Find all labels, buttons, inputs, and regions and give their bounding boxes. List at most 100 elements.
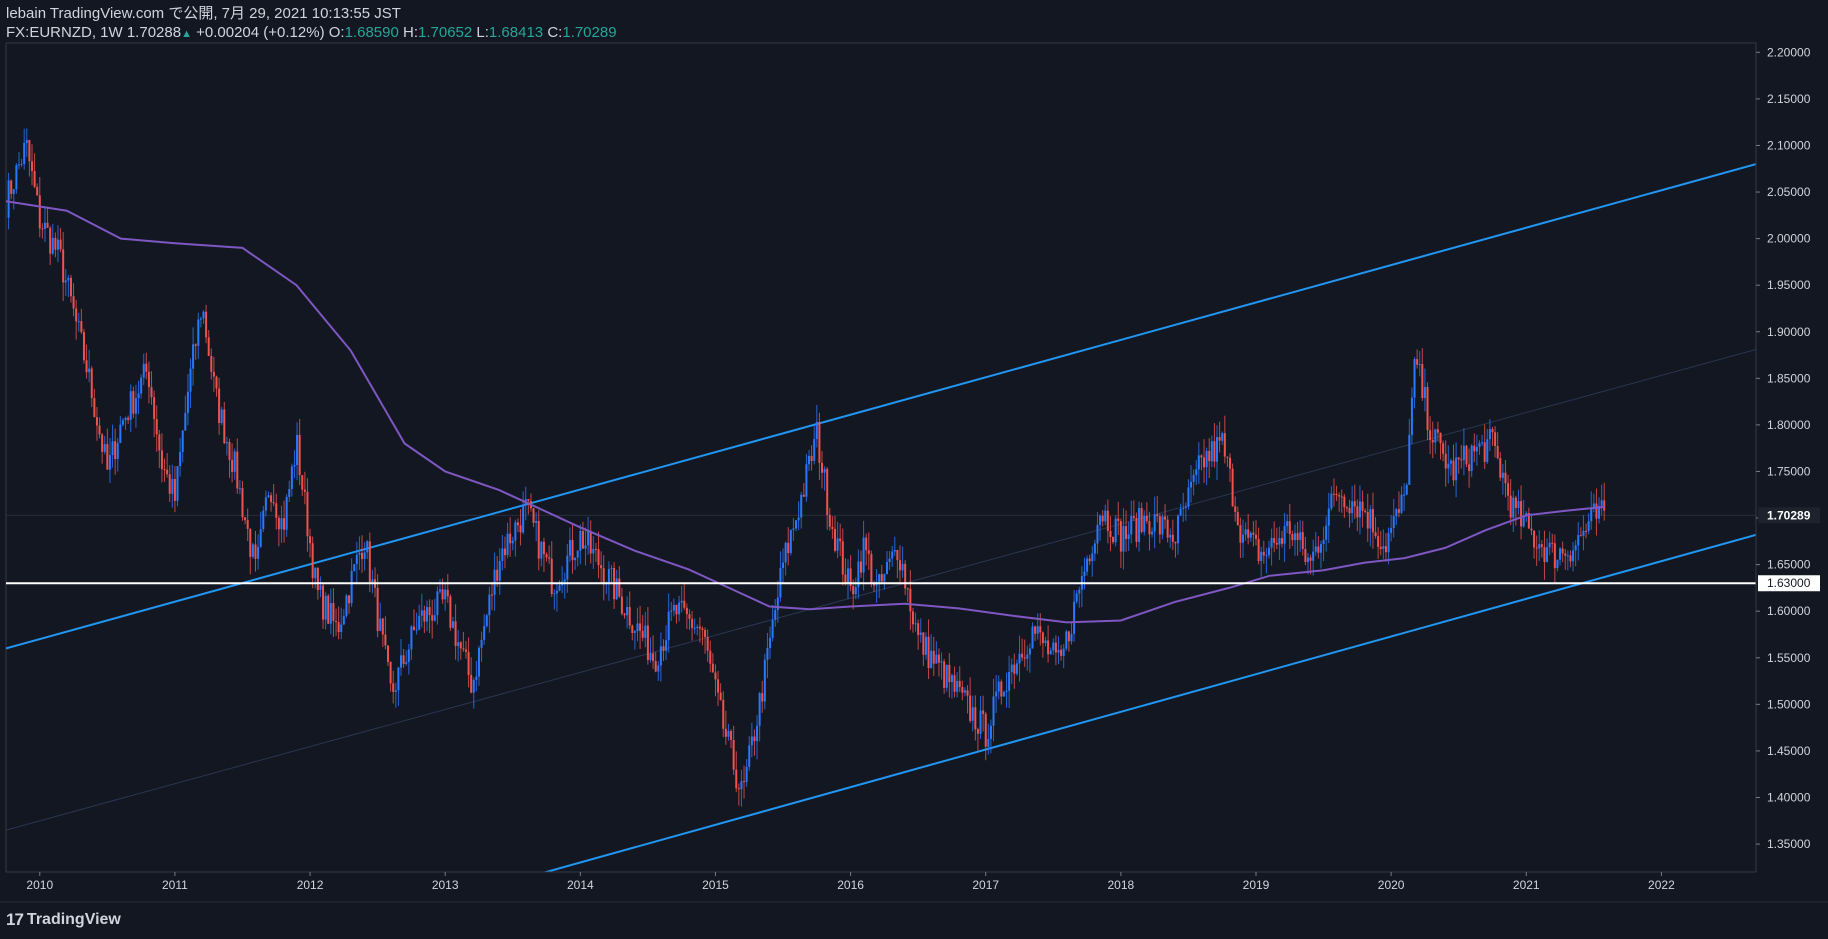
candle — [1319, 540, 1322, 569]
price-chart[interactable]: 2.20000 2.15000 2.10000 2.05000 2.00000 1.950… — [0, 0, 1828, 939]
candle — [883, 573, 886, 590]
candle-body — [400, 655, 403, 668]
candle-body — [311, 543, 314, 579]
candle-body — [514, 522, 517, 541]
candle-body — [568, 540, 571, 556]
candle — [693, 618, 696, 634]
candle-body — [1229, 457, 1232, 469]
price-tick-label: 1.85000 — [1767, 371, 1811, 385]
tradingview-logo-text: TradingView — [26, 911, 121, 928]
candle-body — [1286, 521, 1289, 527]
candle — [810, 445, 813, 471]
candle-body — [1351, 501, 1354, 514]
candle-body — [368, 541, 371, 583]
candle-body — [1319, 544, 1322, 553]
candle-body — [1468, 464, 1471, 472]
candle-body — [1109, 530, 1112, 537]
price-tick-label: 2.10000 — [1767, 138, 1811, 152]
candle — [1520, 485, 1523, 540]
candle — [90, 366, 93, 408]
candle — [446, 574, 449, 603]
candle-body — [1223, 433, 1226, 457]
candle-body — [1015, 663, 1018, 674]
candle — [948, 653, 951, 698]
candle-body — [1075, 593, 1078, 602]
candle-body — [1283, 526, 1286, 544]
time-axis[interactable]: 2010 2011 2012 2013 2014 2015 2016 2017 2018 2019… — [0, 871, 1828, 903]
candle-body — [7, 180, 10, 218]
candle-body — [745, 766, 748, 783]
candle-body — [1304, 549, 1307, 563]
candle — [581, 521, 584, 549]
candle — [1179, 503, 1182, 516]
candle — [199, 316, 202, 328]
candle-body — [1065, 631, 1068, 649]
plot-area[interactable] — [5, 42, 1756, 881]
candle — [480, 631, 483, 662]
candle — [672, 598, 675, 617]
candle-body — [1442, 443, 1445, 454]
candle-body — [704, 630, 707, 637]
candle — [896, 549, 899, 579]
candle — [542, 537, 545, 572]
candle — [1039, 613, 1042, 646]
candle-body — [761, 693, 764, 702]
candle — [753, 729, 756, 756]
candle — [303, 471, 306, 505]
candle — [1242, 519, 1245, 558]
candle-body — [1073, 601, 1076, 634]
candle-body — [436, 591, 439, 616]
candle — [366, 540, 369, 560]
candle — [1345, 505, 1348, 513]
candle — [467, 637, 470, 688]
candle — [296, 422, 299, 481]
candle — [1449, 458, 1452, 476]
candle-body — [717, 679, 720, 693]
candle — [1439, 432, 1442, 460]
candle — [254, 530, 257, 572]
candle — [678, 595, 681, 622]
candle-body — [1582, 530, 1585, 536]
candle — [160, 433, 163, 483]
candle — [1265, 547, 1268, 574]
candle-body — [522, 505, 525, 533]
candle — [134, 384, 137, 428]
candle — [914, 612, 917, 632]
plot-content — [6, 128, 1756, 872]
candle — [878, 573, 881, 599]
candle — [506, 522, 509, 559]
candle — [1249, 531, 1252, 542]
candle-body — [831, 526, 834, 530]
candle — [207, 330, 210, 357]
candle-body — [267, 495, 270, 498]
candle-body — [90, 368, 93, 399]
candle-body — [800, 494, 803, 518]
candle-body — [257, 546, 260, 559]
candle-body — [449, 596, 452, 628]
candle — [1106, 499, 1109, 544]
candle-body — [1205, 450, 1208, 468]
candle — [1431, 421, 1434, 459]
candle-body — [1177, 515, 1180, 544]
candle-body — [1577, 535, 1580, 546]
candle-body — [485, 615, 488, 627]
candle — [789, 529, 792, 556]
candle — [1291, 530, 1294, 547]
candle-body — [197, 319, 200, 346]
candle — [1036, 613, 1039, 640]
candle-body — [735, 769, 738, 789]
candle-body — [28, 140, 31, 162]
candle-body — [233, 451, 236, 472]
candle — [784, 541, 787, 576]
candle-body — [1164, 516, 1167, 520]
candle-body — [766, 647, 769, 660]
candle-body — [496, 569, 499, 581]
candle-body — [186, 391, 189, 413]
candle-body — [922, 632, 925, 655]
candle — [1595, 488, 1598, 536]
candle-body — [714, 672, 717, 680]
price-axis[interactable]: 2.20000 2.15000 2.10000 2.05000 2.00000 1.950… — [1755, 43, 1820, 872]
candle — [15, 163, 18, 194]
candle — [763, 653, 766, 710]
candle — [597, 531, 600, 579]
